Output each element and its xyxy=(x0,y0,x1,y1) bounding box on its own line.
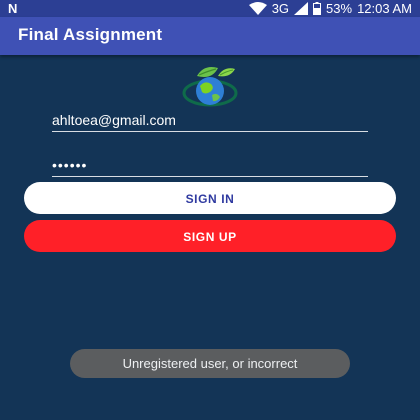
sign-in-button[interactable]: SIGN IN xyxy=(24,182,396,214)
password-field[interactable] xyxy=(52,154,368,177)
app-title: Final Assignment xyxy=(18,25,163,44)
battery-percent: 53% xyxy=(326,1,353,16)
earth-leaves-logo xyxy=(182,67,238,107)
n-logo-icon: N xyxy=(8,1,18,16)
signal-icon xyxy=(294,2,309,15)
toast-message: Unregistered user, or incorrect xyxy=(70,349,350,378)
sign-up-button[interactable]: SIGN UP xyxy=(24,220,396,252)
status-icons: 3G 53% 12:03 AM xyxy=(248,1,412,16)
clock: 12:03 AM xyxy=(357,1,412,16)
network-type: 3G xyxy=(271,1,290,16)
app-bar: Final Assignment xyxy=(0,17,420,55)
battery-icon xyxy=(313,2,322,15)
wifi-icon xyxy=(248,2,267,15)
email-field[interactable] xyxy=(52,109,368,132)
status-bar: N 3G 53% 12:03 AM xyxy=(0,0,420,17)
